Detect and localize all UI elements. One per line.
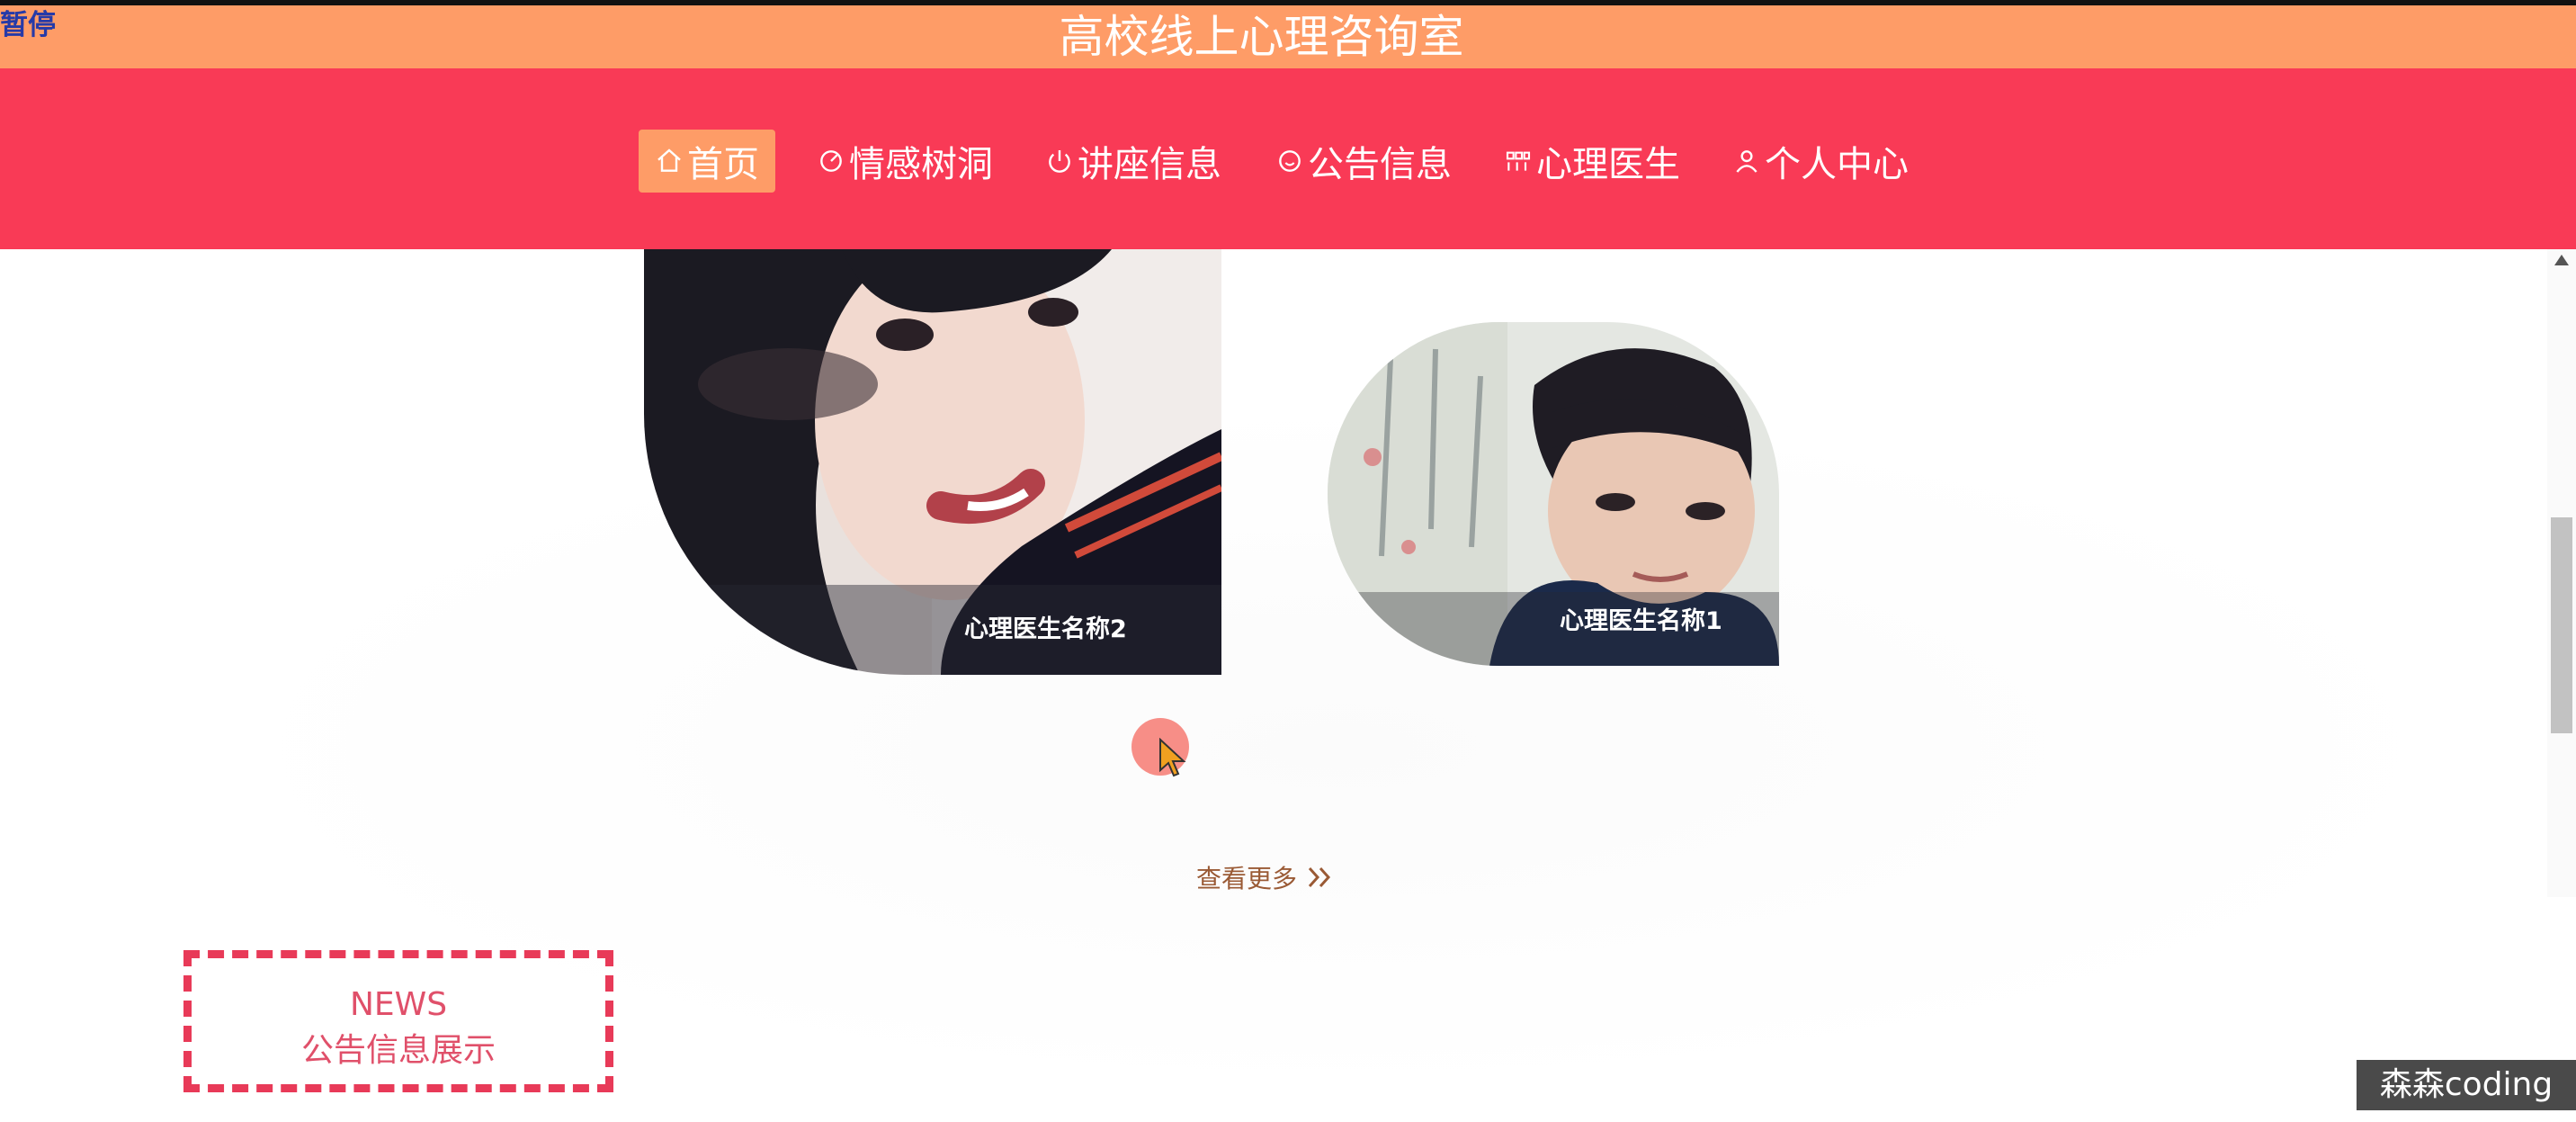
nav-item-emotion-treehole[interactable]: 情感树洞 <box>809 130 1000 193</box>
news-heading-cn: 公告信息展示 <box>300 1032 496 1069</box>
home-icon <box>657 148 681 172</box>
news-heading-en: NEWS <box>349 986 448 1023</box>
site-title: 高校线上心理咨询室 <box>1059 11 1464 63</box>
nav-item-lectures[interactable]: 讲座信息 <box>1038 130 1229 193</box>
view-more-label: 查看更多 <box>1196 864 1298 893</box>
title-bar: 高校线上心理咨询室 <box>0 5 2576 68</box>
doctor-card[interactable]: 心理医生名称1 <box>1328 322 1779 666</box>
page-scrollbar[interactable] <box>2547 249 2576 897</box>
mouse-cursor-icon <box>1159 738 1186 777</box>
smile-icon <box>1279 150 1301 172</box>
power-icon <box>1049 150 1070 173</box>
view-more-link[interactable]: 查看更多 <box>1196 859 1335 895</box>
nav-item-label: 个人中心 <box>1765 144 1909 185</box>
doctor-name[interactable]: 心理医生名称1 <box>1560 601 1722 636</box>
gauge-icon <box>820 150 842 172</box>
video-pause-label[interactable]: 暂停 <box>0 2 56 42</box>
nav-item-personal-center[interactable]: 个人中心 <box>1725 130 1916 193</box>
double-chevron-right-icon <box>1308 866 1331 888</box>
scroll-up-arrow-icon[interactable] <box>2554 255 2569 265</box>
nav-item-announcements[interactable]: 公告信息 <box>1268 130 1459 193</box>
nav-item-label: 讲座信息 <box>1078 144 1221 185</box>
scroll-thumb[interactable] <box>2551 517 2572 733</box>
cut-off-section-title <box>81 1109 684 1122</box>
nav-item-label: 心理医生 <box>1536 144 1680 185</box>
doctor-name[interactable]: 心理医生名称2 <box>964 609 1127 644</box>
nav-item-label: 情感树洞 <box>849 144 993 185</box>
doctor-card[interactable]: 心理医生名称2 <box>644 249 1221 675</box>
nav-item-home[interactable]: 首页 <box>639 130 775 193</box>
doctor-photo-female <box>644 249 1221 675</box>
news-section-heading: NEWS 公告信息展示 <box>183 950 613 1092</box>
watermark: 森森coding <box>2357 1060 2576 1110</box>
nav-item-doctors[interactable]: 心理医生 <box>1497 130 1687 193</box>
grid-icon <box>1506 151 1531 171</box>
user-icon <box>1736 150 1758 173</box>
nav-item-label: 公告信息 <box>1308 144 1452 185</box>
nav-item-label: 首页 <box>687 144 759 185</box>
main-nav: 首页 情感树洞 讲座信息 公告信息 心理医生 个人中心 <box>0 68 2576 249</box>
